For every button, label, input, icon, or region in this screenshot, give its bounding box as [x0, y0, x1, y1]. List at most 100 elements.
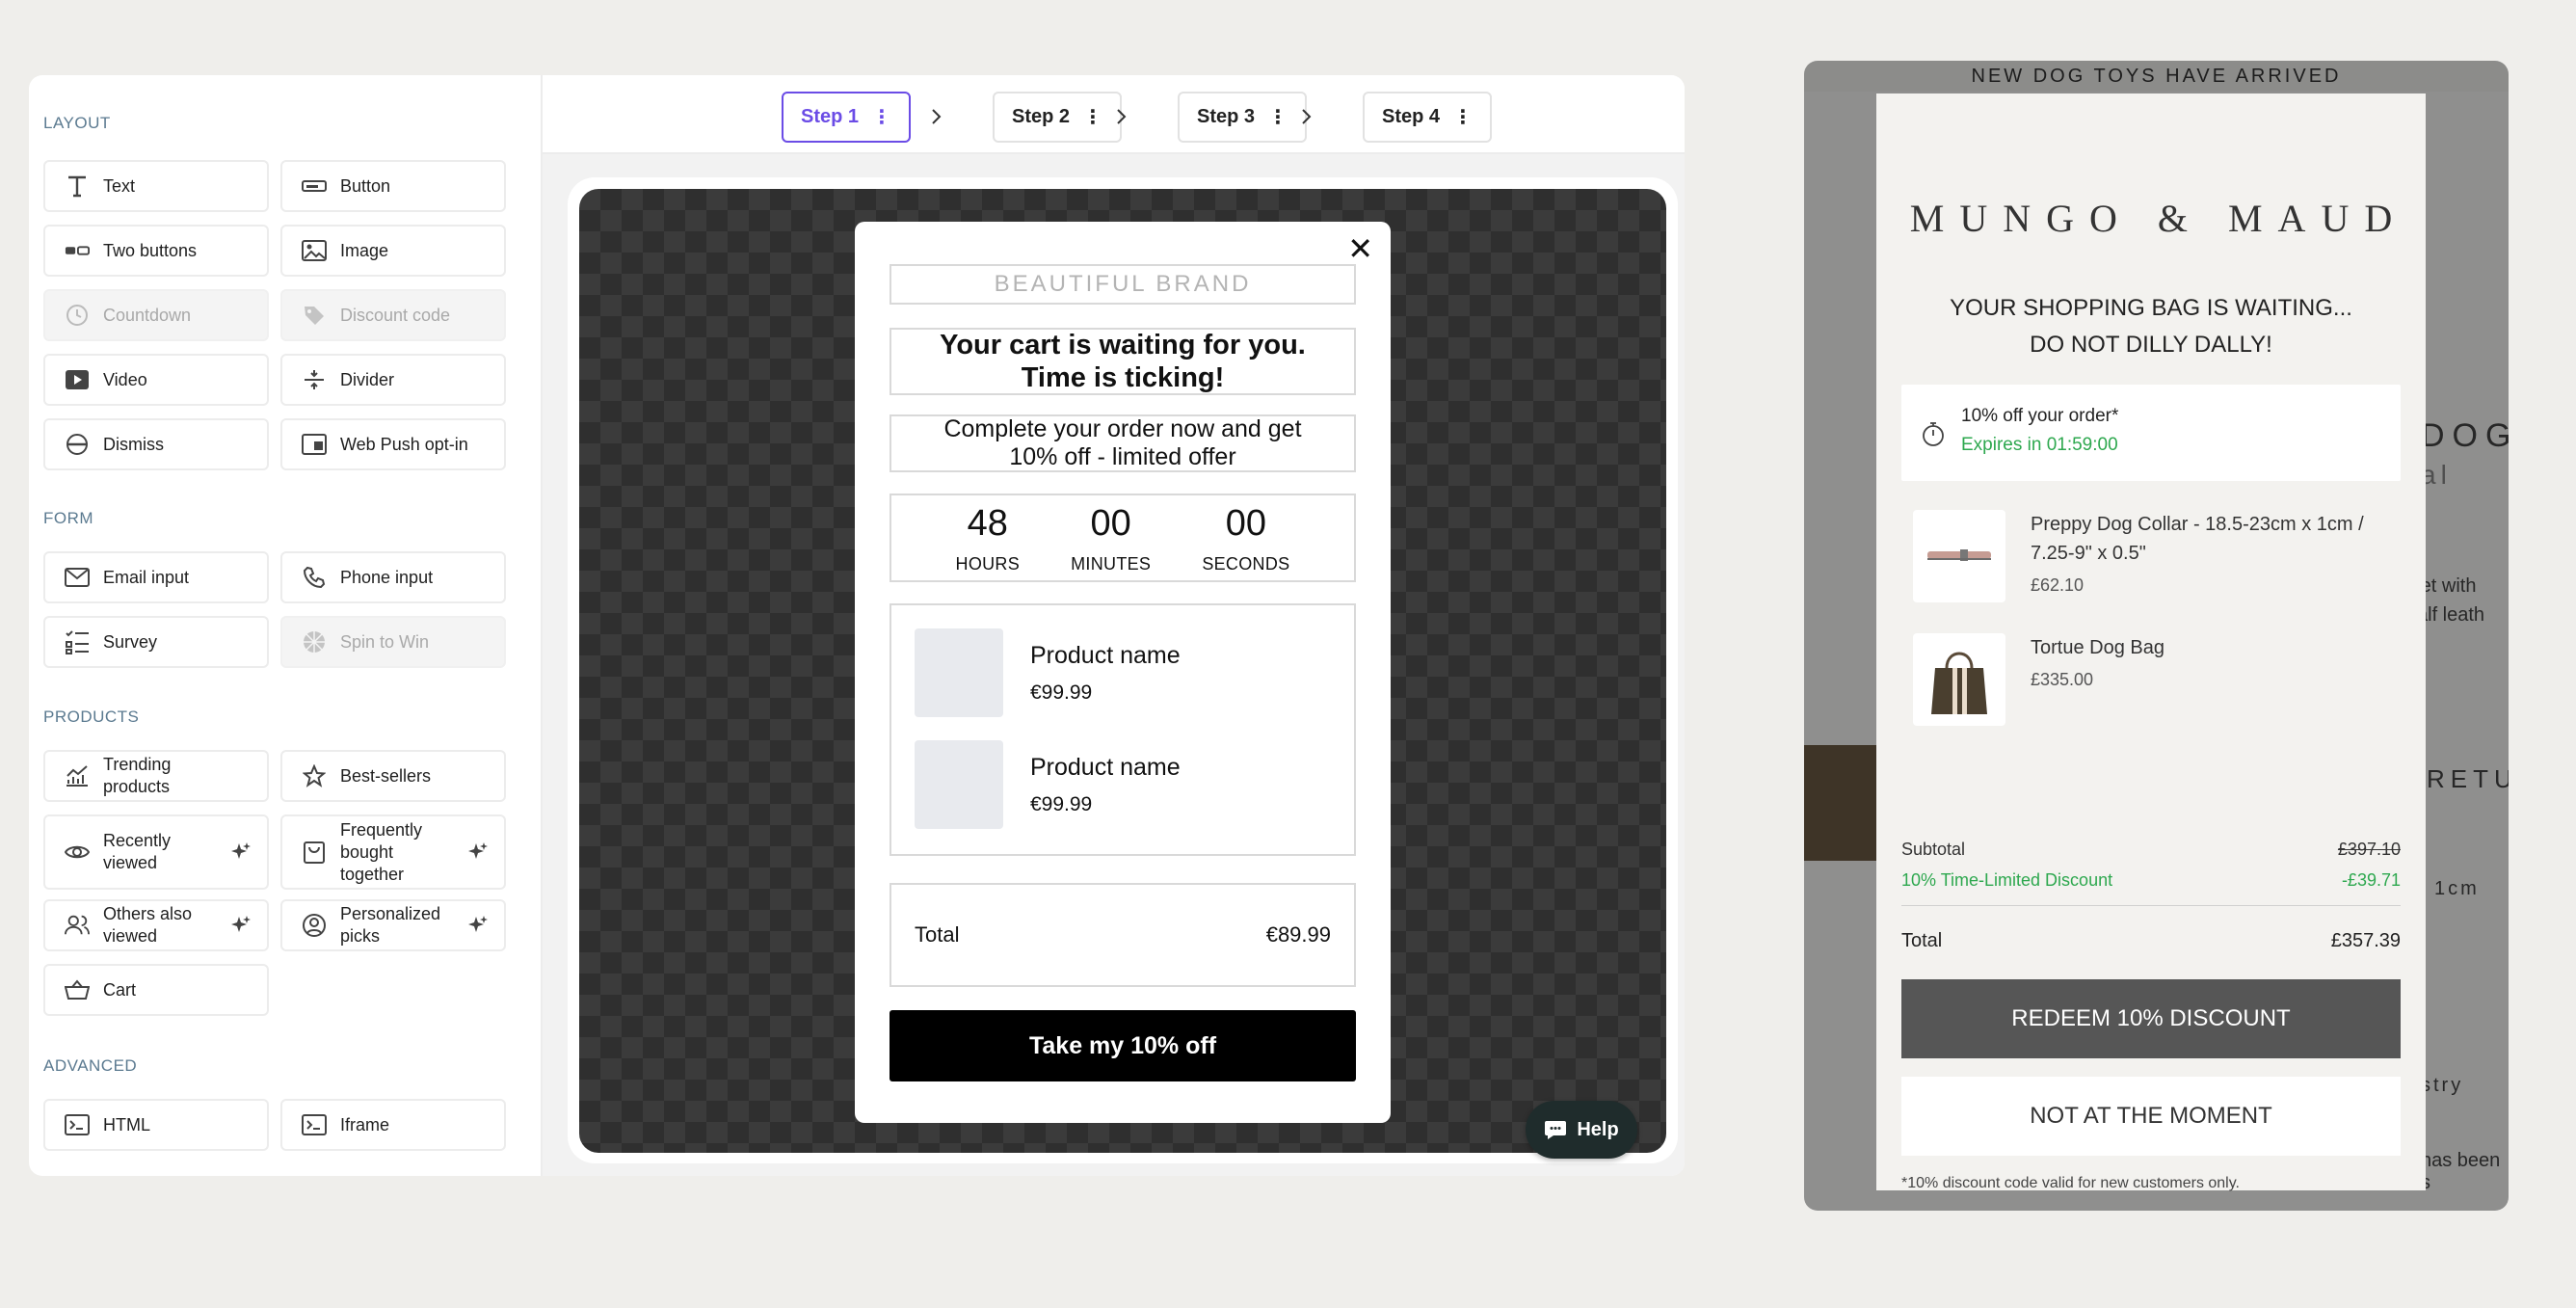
block-web-push[interactable]: Web Push opt-in — [280, 418, 506, 470]
section-advanced: ADVANCED — [43, 1056, 138, 1075]
block-sidebar: LAYOUT Text Button Two buttons Image Cou… — [29, 75, 543, 1176]
block-recently-viewed[interactable]: Recently viewed — [43, 814, 269, 890]
star-icon — [302, 763, 327, 788]
mail-icon — [65, 565, 90, 590]
dog-bag-image — [1913, 633, 2005, 726]
block-image[interactable]: Image — [280, 225, 506, 277]
block-dismiss[interactable]: Dismiss — [43, 418, 269, 470]
block-iframe[interactable]: Iframe — [280, 1099, 506, 1151]
block-personalized-picks[interactable]: Personalized picks — [280, 899, 506, 951]
button-icon — [302, 174, 327, 199]
users-icon — [65, 913, 90, 938]
sparkle-icon — [231, 842, 251, 859]
step-tab-1[interactable]: Step 1 ⋮ — [782, 92, 912, 143]
video-icon — [65, 367, 90, 392]
cart-total[interactable]: Total €89.99 — [890, 883, 1356, 987]
countdown-timer[interactable]: 48 HOURS 00 MINUTES 00 SECONDS — [890, 494, 1356, 582]
step-tab-2[interactable]: Step 2 ⋮ — [993, 92, 1123, 143]
mungo-maud-popup: MUNGO & MAUD YOUR SHOPPING BAG IS WAITIN… — [1876, 93, 2426, 1191]
block-video[interactable]: Video — [43, 354, 269, 406]
block-countdown[interactable]: Countdown — [43, 289, 269, 341]
chevron-right-icon — [1302, 109, 1312, 124]
iframe-icon — [302, 1112, 327, 1137]
popup-title: YOUR SHOPPING BAG IS WAITING... DO NOT D… — [1950, 295, 2352, 358]
builder-panel: LAYOUT Text Button Two buttons Image Cou… — [29, 75, 1685, 1176]
timer-minutes: 00 MINUTES — [1071, 502, 1152, 574]
live-preview: NEW DOG TOYS HAVE ARRIVED DOG al e set w… — [1804, 61, 2509, 1211]
sparkle-icon — [468, 916, 488, 932]
block-discount-code[interactable]: Discount code — [280, 289, 506, 341]
block-button[interactable]: Button — [280, 160, 506, 212]
kebab-menu-icon[interactable]: ⋮ — [872, 105, 891, 129]
block-html[interactable]: HTML — [43, 1099, 269, 1151]
discount-row: 10% Time-Limited Discount -£39.71 — [1901, 870, 2401, 890]
survey-icon — [65, 629, 90, 654]
block-trending-products[interactable]: Trending products — [43, 750, 269, 802]
subline-text[interactable]: Complete your order now and get 10% off … — [890, 414, 1356, 472]
phone-icon — [302, 565, 327, 590]
cart-products[interactable]: Product name €99.99 Product name €99.99 — [890, 603, 1356, 856]
steps-bar: Step 1 ⋮ Step 2 ⋮ Step 3 ⋮ Step 4 ⋮ — [543, 75, 1685, 154]
chevron-right-icon — [1117, 109, 1127, 124]
step-tab-3[interactable]: Step 3 ⋮ — [1178, 92, 1308, 143]
divider-line — [1901, 905, 2401, 906]
block-cart[interactable]: Cart — [43, 964, 269, 1016]
block-divider[interactable]: Divider — [280, 354, 506, 406]
block-survey[interactable]: Survey — [43, 616, 269, 668]
dismiss-icon — [65, 432, 90, 457]
cart-item: Tortue Dog Bag £335.00 — [1913, 633, 2377, 726]
subtotal-row: Subtotal £397.10 — [1901, 840, 2401, 859]
stopwatch-icon — [1923, 422, 1944, 446]
web-push-icon — [302, 432, 327, 457]
text-icon — [65, 174, 90, 199]
bag-icon — [302, 840, 327, 865]
section-form: FORM — [43, 509, 94, 527]
sparkle-icon — [468, 842, 488, 859]
basket-icon — [65, 977, 90, 1002]
countdown-icon — [65, 303, 90, 328]
timer-hours: 48 HOURS — [955, 502, 1021, 574]
close-icon[interactable]: ✕ — [1347, 233, 1373, 264]
eye-icon — [65, 840, 90, 865]
help-chat-button[interactable]: Help — [1526, 1101, 1637, 1159]
total-row: Total £357.39 — [1901, 930, 2401, 951]
sparkle-icon — [231, 916, 251, 932]
footnote: *10% discount code valid for new custome… — [1901, 1175, 2240, 1191]
brand-text[interactable]: BEAUTIFUL BRAND — [890, 264, 1356, 305]
product-item: Product name €99.99 — [915, 740, 1181, 829]
image-icon — [302, 238, 327, 263]
redeem-discount-button[interactable]: REDEEM 10% DISCOUNT — [1901, 979, 2401, 1058]
kebab-menu-icon[interactable]: ⋮ — [1268, 105, 1288, 129]
trending-chart-icon — [65, 763, 90, 788]
block-email-input[interactable]: Email input — [43, 551, 269, 603]
timer-seconds: 00 SECONDS — [1202, 502, 1290, 574]
headline-text[interactable]: Your cart is waiting for you. Time is ti… — [890, 328, 1356, 395]
product-item: Product name €99.99 — [915, 628, 1181, 717]
step-tab-4[interactable]: Step 4 ⋮ — [1363, 92, 1493, 143]
decline-button[interactable]: NOT AT THE MOMENT — [1901, 1077, 2401, 1156]
block-frequently-bought-together[interactable]: Frequently bought together — [280, 814, 506, 890]
code-icon — [65, 1112, 90, 1137]
block-text[interactable]: Text — [43, 160, 269, 212]
kebab-menu-icon[interactable]: ⋮ — [1453, 105, 1473, 129]
section-layout: LAYOUT — [43, 114, 111, 132]
transparent-canvas: ✕ BEAUTIFUL BRAND Your cart is waiting f… — [579, 189, 1666, 1153]
wheel-icon — [302, 629, 327, 654]
block-phone-input[interactable]: Phone input — [280, 551, 506, 603]
section-products: PRODUCTS — [43, 707, 140, 726]
popup-preview[interactable]: ✕ BEAUTIFUL BRAND Your cart is waiting f… — [855, 222, 1391, 1123]
chat-bubble-icon — [1545, 1121, 1567, 1139]
chevron-right-icon — [932, 109, 942, 124]
cta-button[interactable]: Take my 10% off — [890, 1010, 1356, 1081]
block-spin-to-win[interactable]: Spin to Win — [280, 616, 506, 668]
tag-icon — [302, 303, 327, 328]
offer-card: 10% off your order* Expires in 01:59:00 — [1901, 385, 2401, 481]
block-best-sellers[interactable]: Best-sellers — [280, 750, 506, 802]
user-circle-icon — [302, 913, 327, 938]
block-two-buttons[interactable]: Two buttons — [43, 225, 269, 277]
divider-icon — [302, 367, 327, 392]
two-buttons-icon — [65, 238, 90, 263]
block-others-also-viewed[interactable]: Others also viewed — [43, 899, 269, 951]
kebab-menu-icon[interactable]: ⋮ — [1083, 105, 1102, 129]
product-thumbnail — [915, 628, 1003, 717]
